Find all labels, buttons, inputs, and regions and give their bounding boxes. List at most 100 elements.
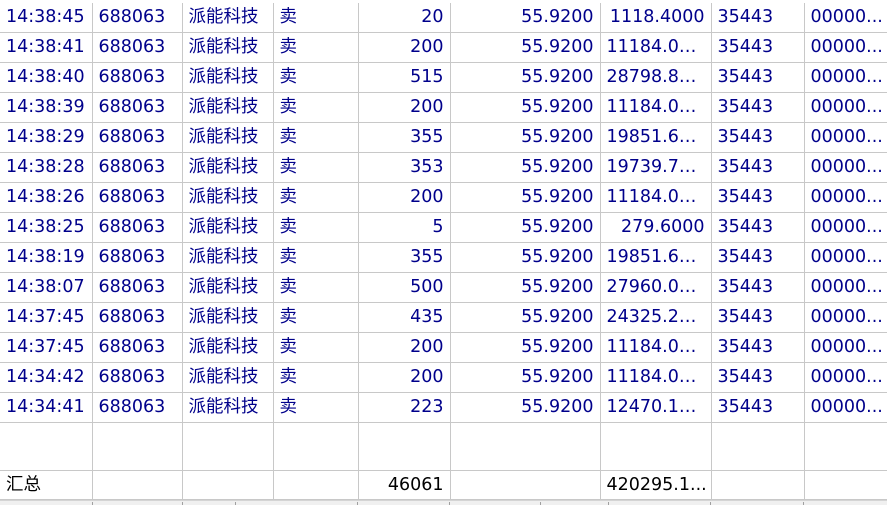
direction-cell: 卖 (273, 242, 359, 273)
stock-code-cell: 688063 (92, 212, 183, 243)
col8-cell: 35443 (711, 362, 805, 393)
summary-row[interactable]: 汇总 46061 420295.1... (0, 470, 887, 500)
amount-cell: 1118.4000 (600, 3, 712, 33)
table-row[interactable]: 14:38:39 688063 派能科技卖 200 55.9200 11184.00...… (0, 92, 887, 123)
stock-code-cell: 688063 (92, 92, 183, 123)
amount-cell: 28798.80... (600, 62, 712, 93)
col8-cell: 35443 (711, 272, 805, 303)
empty-cell (600, 422, 712, 471)
col9-cell: 00000... (804, 242, 887, 273)
table-row[interactable]: 14:38:25 688063 派能科技卖 5 55.9200 279.6000 35443… (0, 212, 887, 243)
amount-cell: 11184.00... (600, 32, 712, 63)
price-cell: 55.9200 (450, 392, 601, 423)
amount-cell: 279.6000 (600, 212, 712, 243)
amount-cell: 27960.00... (600, 272, 712, 303)
table-row[interactable]: 14:37:45 688063 派能科技卖 200 55.9200 11184.00...… (0, 332, 887, 363)
direction-cell: 卖 (273, 302, 359, 333)
price-cell: 55.9200 (450, 212, 601, 243)
direction-cell: 卖 (273, 392, 359, 423)
col8-cell: 35443 (711, 32, 805, 63)
stock-code-cell: 688063 (92, 332, 183, 363)
direction-cell: 卖 (273, 62, 359, 93)
time-cell: 14:34:41 (0, 392, 93, 423)
table-row[interactable]: 14:38:41 688063 派能科技卖 200 55.9200 11184.00...… (0, 32, 887, 63)
amount-cell: 19851.60... (600, 242, 712, 273)
volume-cell: 20 (358, 3, 451, 33)
amount-cell: 24325.20... (600, 302, 712, 333)
col8-cell: 35443 (711, 152, 805, 183)
empty-cell (711, 422, 805, 471)
col9-cell: 00000... (804, 332, 887, 363)
table-row[interactable]: 14:38:19 688063 派能科技卖 355 55.9200 19851.60...… (0, 242, 887, 273)
amount-cell: 11184.00... (600, 332, 712, 363)
stock-name-cell: 派能科技 (182, 152, 274, 183)
table-row[interactable]: 14:37:45 688063 派能科技卖 435 55.9200 24325.20...… (0, 302, 887, 333)
amount-cell: 12470.16... (600, 392, 712, 423)
price-cell: 55.9200 (450, 362, 601, 393)
stock-code-cell: 688063 (92, 362, 183, 393)
table-row[interactable]: 14:34:41 688063 派能科技卖 223 55.9200 12470.16...… (0, 392, 887, 423)
volume-cell: 515 (358, 62, 451, 93)
direction-cell: 卖 (273, 332, 359, 363)
volume-cell: 200 (358, 32, 451, 63)
stock-code-cell: 688063 (92, 62, 183, 93)
col9-cell: 00000... (804, 32, 887, 63)
summary-empty-cell (182, 470, 274, 500)
col9-cell: 00000... (804, 362, 887, 393)
stock-name-cell: 派能科技 (182, 272, 274, 303)
time-cell: 14:38:28 (0, 152, 93, 183)
stock-code-cell: 688063 (92, 272, 183, 303)
stock-name-cell: 派能科技 (182, 92, 274, 123)
table-row[interactable]: 14:38:28 688063 派能科技卖 353 55.9200 19739.76...… (0, 152, 887, 183)
table-row[interactable]: 14:38:26 688063 派能科技卖 200 55.9200 11184.00...… (0, 182, 887, 213)
col8-cell: 35443 (711, 92, 805, 123)
stock-code-cell: 688063 (92, 182, 183, 213)
empty-cell (358, 422, 451, 471)
price-cell: 55.9200 (450, 92, 601, 123)
table-row[interactable]: 14:38:29 688063 派能科技卖 355 55.9200 19851.60...… (0, 122, 887, 153)
empty-cell (450, 422, 601, 471)
summary-amount-total: 420295.1... (600, 470, 712, 500)
stock-code-cell: 688063 (92, 242, 183, 273)
volume-cell: 200 (358, 362, 451, 393)
time-cell: 14:38:40 (0, 62, 93, 93)
price-cell: 55.9200 (450, 182, 601, 213)
table-row[interactable]: 14:38:45 688063 派能科技卖 20 55.9200 1118.4000 354… (0, 3, 887, 33)
col8-cell: 35443 (711, 3, 805, 33)
horizontal-scrollbar[interactable] (0, 500, 887, 505)
trade-records-table: 14:38:45 688063 派能科技卖 20 55.9200 1118.4000 354… (0, 3, 887, 500)
price-cell: 55.9200 (450, 122, 601, 153)
stock-name-cell: 派能科技 (182, 212, 274, 243)
price-cell: 55.9200 (450, 302, 601, 333)
time-cell: 14:34:42 (0, 362, 93, 393)
empty-cell (92, 422, 183, 471)
empty-cell (0, 422, 93, 471)
stock-name-cell: 派能科技 (182, 122, 274, 153)
table-row[interactable]: 14:38:40 688063 派能科技卖 515 55.9200 28798.80...… (0, 62, 887, 93)
col9-cell: 00000... (804, 152, 887, 183)
time-cell: 14:38:45 (0, 3, 93, 33)
volume-cell: 200 (358, 182, 451, 213)
col8-cell: 35443 (711, 242, 805, 273)
direction-cell: 卖 (273, 3, 359, 33)
price-cell: 55.9200 (450, 152, 601, 183)
summary-empty-cell (450, 470, 601, 500)
direction-cell: 卖 (273, 182, 359, 213)
time-cell: 14:38:26 (0, 182, 93, 213)
summary-label: 汇总 (0, 470, 93, 500)
amount-cell: 11184.00... (600, 182, 712, 213)
table-row[interactable]: 14:38:07 688063 派能科技卖 500 55.9200 27960.00...… (0, 272, 887, 303)
volume-cell: 200 (358, 332, 451, 363)
table-row[interactable]: 14:34:42 688063 派能科技卖 200 55.9200 11184.00...… (0, 362, 887, 393)
price-cell: 55.9200 (450, 32, 601, 63)
time-cell: 14:38:41 (0, 32, 93, 63)
col9-cell: 00000... (804, 272, 887, 303)
stock-code-cell: 688063 (92, 122, 183, 153)
time-cell: 14:38:07 (0, 272, 93, 303)
col8-cell: 35443 (711, 62, 805, 93)
amount-cell: 11184.00... (600, 92, 712, 123)
stock-name-cell: 派能科技 (182, 32, 274, 63)
trade-rows: 14:38:45 688063 派能科技卖 20 55.9200 1118.4000 354… (0, 3, 887, 423)
trade-records-grid[interactable]: 14:38:45 688063 派能科技卖 20 55.9200 1118.4000 354… (0, 0, 887, 505)
col9-cell: 00000... (804, 3, 887, 33)
